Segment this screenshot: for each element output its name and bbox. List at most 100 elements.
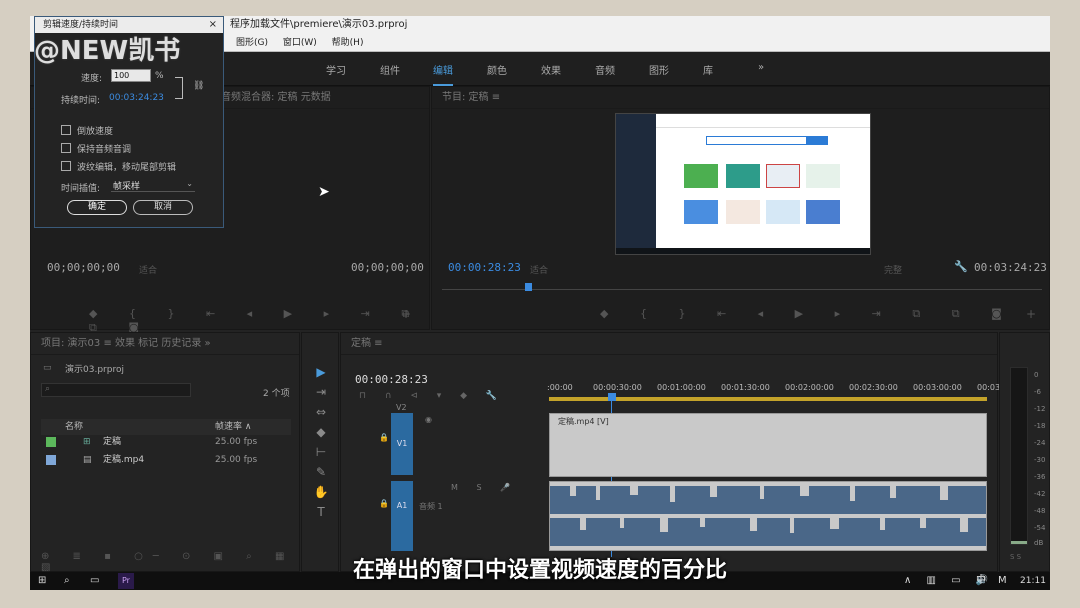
source-transport-controls[interactable]: ◆ { } ⇤ ◂ ▶ ▸ ⇥ ⧉ ⧉ ◙ [89, 307, 429, 335]
tab-effects[interactable]: 效果 [541, 62, 561, 77]
meter-tick: -42 [1034, 490, 1046, 498]
program-panel-header[interactable]: 节目: 定稿 ≡ [432, 87, 1049, 109]
timeline-timecode[interactable]: 00:00:28:23 [355, 373, 428, 386]
tab-color[interactable]: 颜色 [487, 62, 507, 77]
meter-tick: 0 [1034, 371, 1039, 379]
project-item-count: 2 个项 [263, 389, 290, 399]
track-v1-target[interactable]: V1 [391, 413, 413, 475]
reverse-speed-label: 倒放速度 [77, 127, 114, 137]
eye-icon[interactable]: ◉ [425, 415, 432, 424]
program-fit-select[interactable]: 适合 [530, 263, 548, 276]
audio-meter-panel: 0 -6 -12 -18 -24 -30 -36 -42 -48 -54 dB … [999, 332, 1050, 572]
menu-window[interactable]: 窗口(W) [283, 38, 317, 48]
lock-icon[interactable]: 🔒 [379, 433, 389, 442]
project-item-sequence[interactable]: ⊞ 定稿 25.00 fps [41, 433, 291, 451]
project-item-clip[interactable]: ▤ 定稿.mp4 25.00 fps [41, 451, 291, 469]
duration-value[interactable]: 00:03:24:23 [109, 93, 164, 103]
maintain-pitch-checkbox[interactable] [61, 143, 71, 153]
meter-tick: -48 [1034, 507, 1046, 515]
menu-help[interactable]: 帮助(H) [332, 38, 364, 48]
audio-track-name: 音频 1 [419, 502, 443, 511]
ripple-edit-tool-icon[interactable]: ⇔ [313, 405, 329, 419]
speed-input[interactable]: 100 [111, 69, 151, 82]
wrench-icon[interactable]: 🔧 [954, 260, 968, 273]
audio-waveform [550, 486, 986, 546]
project-search-input[interactable]: ⌕ [41, 383, 191, 397]
close-icon[interactable]: × [209, 17, 217, 33]
tab-audio[interactable]: 音频 [595, 62, 615, 77]
meter-tick: -36 [1034, 473, 1046, 481]
tab-graphics[interactable]: 图形 [649, 62, 669, 77]
tab-assembly[interactable]: 组件 [380, 62, 400, 77]
pen-tool-icon[interactable]: ✎ [313, 465, 329, 479]
reverse-speed-checkbox[interactable] [61, 125, 71, 135]
label-color-swatch[interactable] [46, 455, 56, 465]
ripple-edit-label: 波纹编辑，移动尾部剪辑 [77, 163, 177, 173]
program-scrub-bar[interactable] [442, 289, 1042, 290]
program-add-button-icon[interactable]: + [1026, 307, 1036, 321]
video-clip-name: 定稿.mp4 [V] [558, 417, 609, 426]
source-timecode-right: 00;00;00;00 [351, 261, 424, 274]
mouse-cursor-icon: ➤ [318, 184, 330, 200]
search-icon: ⌕ [45, 384, 51, 394]
audio-meter-level [1011, 541, 1027, 544]
tab-libraries[interactable]: 库 [703, 62, 713, 77]
meter-tick: -54 [1034, 524, 1046, 532]
ruler-tick: 00:02:30:00 [849, 383, 898, 392]
project-panel-tabs[interactable]: 项目: 演示03 ≡ 效果 标记 历史记录 » [31, 333, 299, 355]
program-timecode-duration: 00:03:24:23 [974, 261, 1047, 274]
speed-unit: % [155, 71, 164, 81]
hand-tool-icon[interactable]: ✋ [313, 485, 329, 499]
program-transport-controls[interactable]: ◆ { } ⇤ ◂ ▶ ▸ ⇥ ⧉ ⧉ ◙ [600, 307, 1016, 321]
program-quality-select[interactable]: 完整 [884, 263, 902, 276]
source-fit-select[interactable]: 适合 [139, 263, 157, 276]
program-playhead[interactable] [525, 283, 532, 291]
audio-clip[interactable] [549, 481, 987, 551]
lock-icon[interactable]: 🔒 [379, 499, 389, 508]
meter-tick: -30 [1034, 456, 1046, 464]
tools-panel: ▶ ⇥ ⇔ ◆ ⊢ ✎ ✋ T [301, 332, 339, 572]
link-bracket [175, 77, 183, 99]
tab-more[interactable]: » [758, 62, 764, 73]
cancel-button[interactable]: 取消 [133, 200, 193, 215]
video-file-icon: ▤ [83, 455, 92, 465]
track-v2-label[interactable]: V2 [396, 403, 407, 412]
program-preview-frame [615, 113, 871, 255]
audio-track-controls[interactable]: M S 🎤 [451, 483, 518, 492]
maintain-pitch-label: 保持音频音调 [77, 145, 132, 155]
slip-tool-icon[interactable]: ⊢ [313, 445, 329, 459]
tab-learn[interactable]: 学习 [326, 62, 346, 77]
meter-tick: -18 [1034, 422, 1046, 430]
watermark: @NEW凯书 [34, 36, 181, 66]
track-a1-target[interactable]: A1 [391, 481, 413, 551]
timeline-tab[interactable]: 定稿 ≡ [341, 333, 997, 355]
program-monitor: 节目: 定稿 ≡ 00:00:28:23 适合 完整 🔧 00:03:24:23… [431, 86, 1050, 330]
timeline-panel: 定稿 ≡ 00:00:28:23 ⊓ ∩ ⊲ ▾ ◆ 🔧 :00:00 00:0… [340, 332, 1013, 572]
ripple-edit-checkbox[interactable] [61, 161, 71, 171]
tab-editing[interactable]: 编辑 [433, 62, 453, 86]
ruler-tick: 00:03:00:00 [913, 383, 962, 392]
timeline-toolbar-icons[interactable]: ⊓ ∩ ⊲ ▾ ◆ 🔧 [359, 391, 505, 401]
menu-graphics[interactable]: 图形(G) [236, 38, 268, 48]
source-timecode-left[interactable]: 00;00;00;00 [47, 261, 120, 274]
add-button-icon[interactable]: + [401, 307, 411, 321]
ruler-tick: 00:01:00:00 [657, 383, 706, 392]
audio-meter-bar [1010, 367, 1028, 545]
label-color-swatch[interactable] [46, 437, 56, 447]
selection-tool-icon[interactable]: ▶ [313, 365, 329, 379]
track-select-tool-icon[interactable]: ⇥ [313, 385, 329, 399]
ruler-tick: 00:00:30:00 [593, 383, 642, 392]
ok-button[interactable]: 确定 [67, 200, 127, 215]
sequence-icon: ⊞ [83, 437, 91, 447]
ruler-tick: 00:01:30:00 [721, 383, 770, 392]
timeline-playhead-handle[interactable] [608, 393, 616, 401]
type-tool-icon[interactable]: T [313, 505, 329, 519]
video-subtitle: 在弹出的窗口中设置视频速度的百分比 [352, 558, 727, 583]
razor-tool-icon[interactable]: ◆ [313, 425, 329, 439]
link-chain-icon[interactable]: ⛓ [193, 81, 204, 91]
duration-label: 持续时间: [61, 96, 101, 106]
video-clip[interactable]: 定稿.mp4 [V] [549, 413, 987, 477]
time-interp-select[interactable]: 帧采样 ⌄ [111, 179, 195, 192]
ruler-tick: 00:02:00:00 [785, 383, 834, 392]
program-timecode-current[interactable]: 00:00:28:23 [448, 261, 521, 274]
